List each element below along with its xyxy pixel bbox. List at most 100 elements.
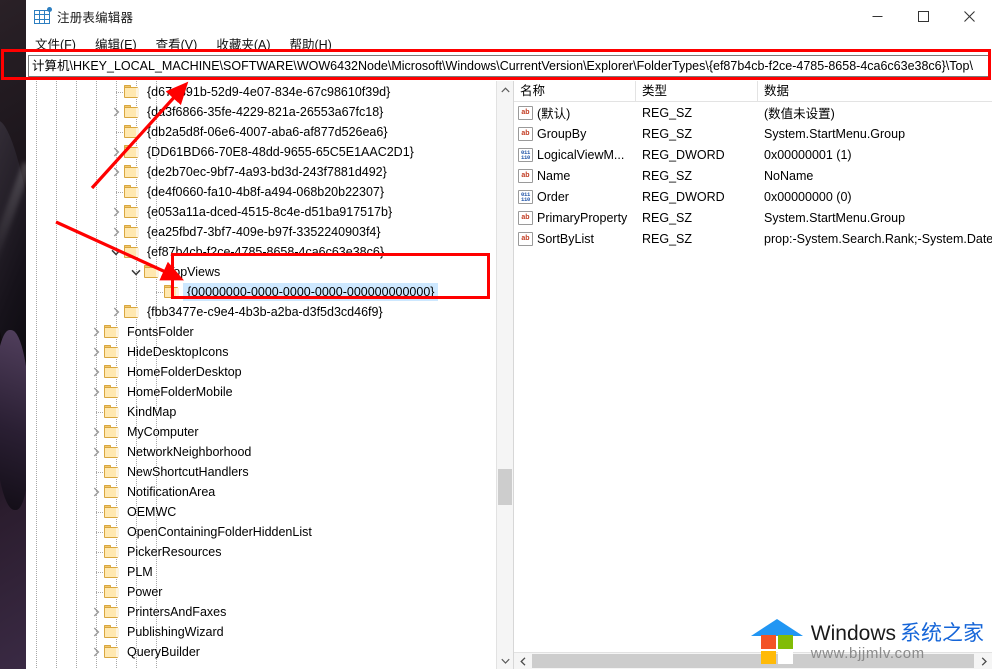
tree-item[interactable]: {fbb3477e-c9e4-4b3b-a2ba-d3f5d3cd46f9} bbox=[26, 302, 496, 322]
tree-item[interactable]: {da3f6866-35fe-4229-821a-26553a67fc18} bbox=[26, 102, 496, 122]
value-name-cell: ab SortByList bbox=[514, 231, 636, 246]
menu-favorites[interactable]: 收藏夹(A) bbox=[216, 32, 279, 55]
value-row[interactable]: ab (默认) REG_SZ (数值未设置) bbox=[514, 102, 992, 123]
folder-icon bbox=[124, 144, 140, 160]
tree-leaf-spacer bbox=[88, 582, 104, 602]
tree-item[interactable]: OpenContainingFolderHiddenList bbox=[26, 522, 496, 542]
tree-item[interactable]: QueryBuilder bbox=[26, 642, 496, 662]
folder-icon bbox=[104, 504, 120, 520]
tree-item-label: TopViews bbox=[167, 265, 221, 279]
value-name-cell: ab PrimaryProperty bbox=[514, 210, 636, 225]
value-name: Order bbox=[537, 189, 569, 204]
tree-item[interactable]: HomeFolderMobile bbox=[26, 382, 496, 402]
chevron-right-icon[interactable] bbox=[88, 622, 104, 642]
folder-icon bbox=[124, 124, 140, 140]
tree-scrollbar-thumb[interactable] bbox=[498, 469, 512, 505]
string-value-icon: ab bbox=[518, 126, 533, 141]
tree-item[interactable]: PickerResources bbox=[26, 542, 496, 562]
tree-item[interactable]: NewShortcutHandlers bbox=[26, 462, 496, 482]
tree-vertical-scrollbar[interactable] bbox=[496, 81, 513, 669]
tree-item-label: {e053a11a-dced-4515-8c4e-d51ba917517b} bbox=[147, 205, 393, 219]
chevron-right-icon[interactable] bbox=[108, 142, 124, 162]
tree-item[interactable]: {DD61BD66-70E8-48dd-9655-65C5E1AAC2D1} bbox=[26, 142, 496, 162]
value-name-cell: ab Name bbox=[514, 168, 636, 183]
chevron-right-icon[interactable] bbox=[88, 602, 104, 622]
chevron-right-icon[interactable] bbox=[108, 202, 124, 222]
value-row[interactable]: ab GroupBy REG_SZ System.StartMenu.Group bbox=[514, 123, 992, 144]
tree-item[interactable]: {d674391b-52d9-4e07-834e-67c98610f39d} bbox=[26, 82, 496, 102]
chevron-down-icon[interactable] bbox=[108, 242, 124, 262]
tree-item[interactable]: NetworkNeighborhood bbox=[26, 442, 496, 462]
tree-item[interactable]: {e053a11a-dced-4515-8c4e-d51ba917517b} bbox=[26, 202, 496, 222]
tree-item[interactable]: {de4f0660-fa10-4b8f-a494-068b20b22307} bbox=[26, 182, 496, 202]
value-row[interactable]: 011 110 LogicalViewM... REG_DWORD 0x00000001… bbox=[514, 144, 992, 165]
scroll-right-icon[interactable] bbox=[975, 653, 992, 669]
maximize-button[interactable] bbox=[900, 0, 946, 32]
value-type: REG_SZ bbox=[642, 126, 693, 141]
menu-help[interactable]: 帮助(H) bbox=[289, 32, 340, 55]
chevron-right-icon[interactable] bbox=[108, 102, 124, 122]
tree-item[interactable]: OEMWC bbox=[26, 502, 496, 522]
string-value-icon: ab bbox=[518, 210, 533, 225]
folder-icon bbox=[104, 624, 120, 640]
string-value-icon: ab bbox=[518, 231, 533, 246]
folder-icon bbox=[124, 84, 140, 100]
column-data[interactable]: 数据 bbox=[758, 81, 992, 102]
tree-item[interactable]: TopViews bbox=[26, 262, 496, 282]
tree-item[interactable]: FontsFolder bbox=[26, 322, 496, 342]
tree-item[interactable]: PrintersAndFaxes bbox=[26, 602, 496, 622]
tree-item[interactable]: PLM bbox=[26, 562, 496, 582]
value-row[interactable]: ab PrimaryProperty REG_SZ System.StartMenu.… bbox=[514, 207, 992, 228]
scroll-down-icon[interactable] bbox=[497, 652, 513, 669]
menu-file[interactable]: 文件(F) bbox=[35, 32, 85, 55]
tree-item[interactable]: PublishingWizard bbox=[26, 622, 496, 642]
chevron-right-icon[interactable] bbox=[88, 322, 104, 342]
tree-item[interactable]: Power bbox=[26, 582, 496, 602]
chevron-right-icon[interactable] bbox=[88, 342, 104, 362]
folder-icon bbox=[104, 444, 120, 460]
tree-item[interactable]: {de2b70ec-9bf7-4a93-bd3d-243f7881d492} bbox=[26, 162, 496, 182]
chevron-right-icon[interactable] bbox=[88, 642, 104, 662]
chevron-right-icon[interactable] bbox=[88, 382, 104, 402]
tree-item[interactable]: {ef87b4cb-f2ce-4785-8658-4ca6c63e38c6} bbox=[26, 242, 496, 262]
tree-item[interactable]: NotificationArea bbox=[26, 482, 496, 502]
chevron-right-icon[interactable] bbox=[108, 302, 124, 322]
tree-item[interactable]: MyComputer bbox=[26, 422, 496, 442]
column-name[interactable]: 名称 bbox=[514, 80, 636, 102]
chevron-right-icon[interactable] bbox=[88, 422, 104, 442]
menu-view[interactable]: 查看(V) bbox=[156, 32, 207, 55]
tree-item[interactable]: KindMap bbox=[26, 402, 496, 422]
tree-item[interactable]: HomeFolderDesktop bbox=[26, 362, 496, 382]
chevron-right-icon[interactable] bbox=[108, 162, 124, 182]
value-row[interactable]: ab Name REG_SZ NoName bbox=[514, 165, 992, 186]
scroll-left-icon[interactable] bbox=[514, 653, 531, 669]
column-type[interactable]: 类型 bbox=[636, 80, 758, 102]
tree-item-selected[interactable]: {00000000-0000-0000-0000-000000000000} bbox=[26, 282, 496, 302]
tree-leaf-spacer bbox=[88, 402, 104, 422]
folder-icon bbox=[144, 264, 160, 280]
chevron-right-icon[interactable] bbox=[108, 222, 124, 242]
close-button[interactable] bbox=[946, 0, 992, 32]
values-scrollbar-thumb[interactable] bbox=[532, 654, 974, 668]
chevron-right-icon[interactable] bbox=[88, 362, 104, 382]
chevron-right-icon[interactable] bbox=[88, 442, 104, 462]
tree-item[interactable]: {db2a5d8f-06e6-4007-aba6-af877d526ea6} bbox=[26, 122, 496, 142]
chevron-down-icon[interactable] bbox=[128, 262, 144, 282]
title-bar[interactable]: 注册表编辑器 bbox=[26, 0, 992, 32]
address-bar[interactable]: 计算机\HKEY_LOCAL_MACHINE\SOFTWARE\WOW6432N… bbox=[28, 55, 989, 77]
scroll-up-icon[interactable] bbox=[497, 81, 513, 98]
tree-item[interactable]: HideDesktopIcons bbox=[26, 342, 496, 362]
value-data: System.StartMenu.Group bbox=[764, 126, 906, 141]
folder-icon bbox=[124, 304, 140, 320]
minimize-button[interactable] bbox=[854, 0, 900, 32]
chevron-right-icon[interactable] bbox=[88, 482, 104, 502]
value-row[interactable]: ab SortByList REG_SZ prop:-System.Search.Ra… bbox=[514, 228, 992, 249]
tree-leaf-spacer bbox=[88, 562, 104, 582]
menu-edit[interactable]: 编辑(E) bbox=[95, 32, 146, 55]
tree-item[interactable]: {ea25fbd7-3bf7-409e-b97f-3352240903f4} bbox=[26, 222, 496, 242]
tree-item-label: PrintersAndFaxes bbox=[127, 605, 227, 619]
value-row[interactable]: 011 110 Order REG_DWORD 0x00000000 (0) bbox=[514, 186, 992, 207]
values-horizontal-scrollbar[interactable] bbox=[514, 652, 992, 669]
values-column-header: 名称 类型 数据 bbox=[514, 80, 992, 102]
folder-icon bbox=[124, 164, 140, 180]
